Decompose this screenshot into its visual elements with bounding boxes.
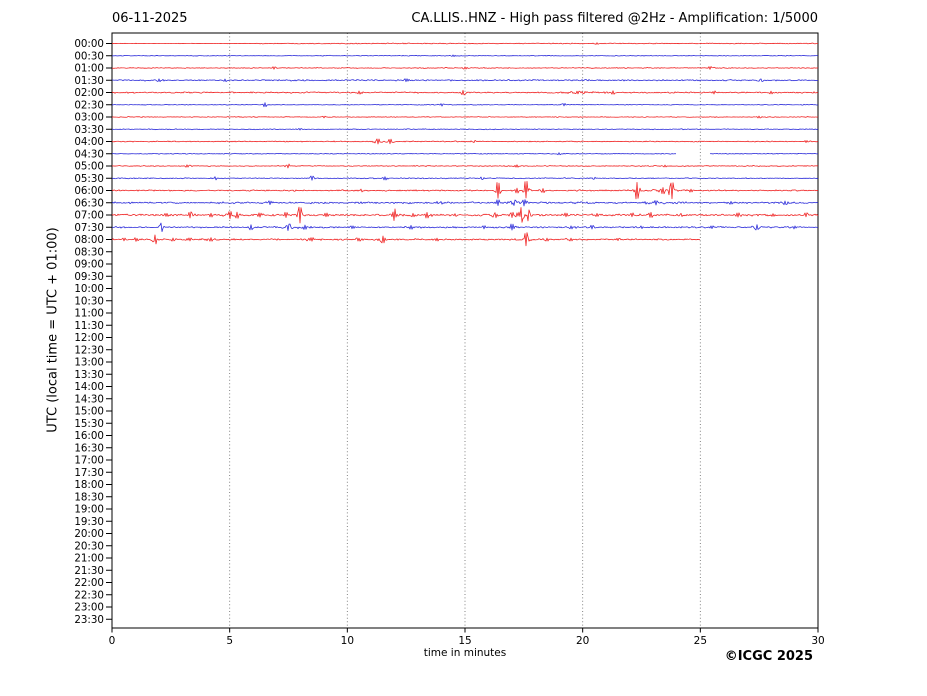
y-tick-label: 08:30 <box>74 246 104 258</box>
y-tick-label: 06:00 <box>74 185 104 197</box>
trace-03:30 <box>111 128 819 131</box>
y-tick-label: 15:30 <box>74 418 104 430</box>
y-tick-label: 02:00 <box>74 87 104 99</box>
y-tick-label: 03:30 <box>74 124 104 136</box>
x-tick-label: 5 <box>226 635 233 647</box>
x-tick-label: 10 <box>341 635 354 647</box>
trace-03:00 <box>111 115 819 119</box>
y-tick-label: 04:30 <box>74 148 104 160</box>
y-tick-label: 00:00 <box>74 38 104 50</box>
y-tick-label: 15:00 <box>74 406 104 418</box>
trace-00:30 <box>111 54 819 57</box>
y-tick-label: 20:00 <box>74 528 104 540</box>
y-tick-label: 11:30 <box>74 320 104 332</box>
y-tick-label: 09:30 <box>74 271 104 283</box>
y-tick-label: 00:30 <box>74 50 104 62</box>
y-tick-label: 23:00 <box>74 602 104 614</box>
y-tick-label: 08:00 <box>74 234 104 246</box>
x-tick-label: 15 <box>458 635 471 647</box>
y-tick-label: 22:30 <box>74 589 104 601</box>
trace-08:00 <box>111 232 701 247</box>
trace-05:00 <box>111 163 819 169</box>
y-tick-label: 13:30 <box>74 369 104 381</box>
y-tick-label: 13:00 <box>74 357 104 369</box>
y-tick-label: 23:30 <box>74 614 104 626</box>
y-tick-label: 16:30 <box>74 442 104 454</box>
y-tick-label: 01:00 <box>74 63 104 75</box>
y-tick-label: 01:30 <box>74 75 104 87</box>
trace-04:00 <box>111 138 819 145</box>
y-tick-label: 05:00 <box>74 161 104 173</box>
x-tick-label: 0 <box>109 635 116 647</box>
y-tick-label: 18:00 <box>74 479 104 491</box>
copyright-credit: ©ICGC 2025 <box>724 649 813 664</box>
y-tick-label: 17:00 <box>74 455 104 467</box>
x-axis-label: time in minutes <box>423 647 507 659</box>
y-tick-label: 10:00 <box>74 283 104 295</box>
seismogram-viewer-page: 06-11-2025 CA.LLIS..HNZ - High pass filt… <box>0 0 927 696</box>
y-tick-label: 11:00 <box>74 308 104 320</box>
y-tick-label: 16:00 <box>74 430 104 442</box>
y-tick-label: 21:00 <box>74 553 104 565</box>
y-tick-label: 12:30 <box>74 344 104 356</box>
y-tick-label: 04:00 <box>74 136 104 148</box>
y-tick-label: 09:00 <box>74 259 104 271</box>
y-tick-label: 03:00 <box>74 112 104 124</box>
y-tick-label: 10:30 <box>74 295 104 307</box>
y-tick-label: 21:30 <box>74 565 104 577</box>
y-tick-label: 18:30 <box>74 491 104 503</box>
y-tick-label: 02:30 <box>74 99 104 111</box>
helicorder-plot: 0 5 10 15 20 25 30 00:0000:3001:0001:3002:0002:… <box>74 32 825 647</box>
y-tick-label: 22:00 <box>74 577 104 589</box>
y-tick-label: 07:00 <box>74 210 104 222</box>
y-tick-label: 14:00 <box>74 381 104 393</box>
x-tick-label: 20 <box>576 635 589 647</box>
y-tick-label: 07:30 <box>74 222 104 234</box>
y-tick-label: 12:00 <box>74 332 104 344</box>
y-tick-label: 19:00 <box>74 504 104 516</box>
y-tick-label: 14:30 <box>74 393 104 405</box>
x-tick-label: 25 <box>694 635 707 647</box>
y-tick-label: 19:30 <box>74 516 104 528</box>
trace-02:30 <box>111 102 819 108</box>
y-tick-label: 17:30 <box>74 467 104 479</box>
y-tick-label: 05:30 <box>74 173 104 185</box>
y-tick-label: 20:30 <box>74 540 104 552</box>
trace-04:30 <box>111 152 819 156</box>
x-tick-label: 30 <box>811 635 824 647</box>
y-tick-label: 06:30 <box>74 197 104 209</box>
